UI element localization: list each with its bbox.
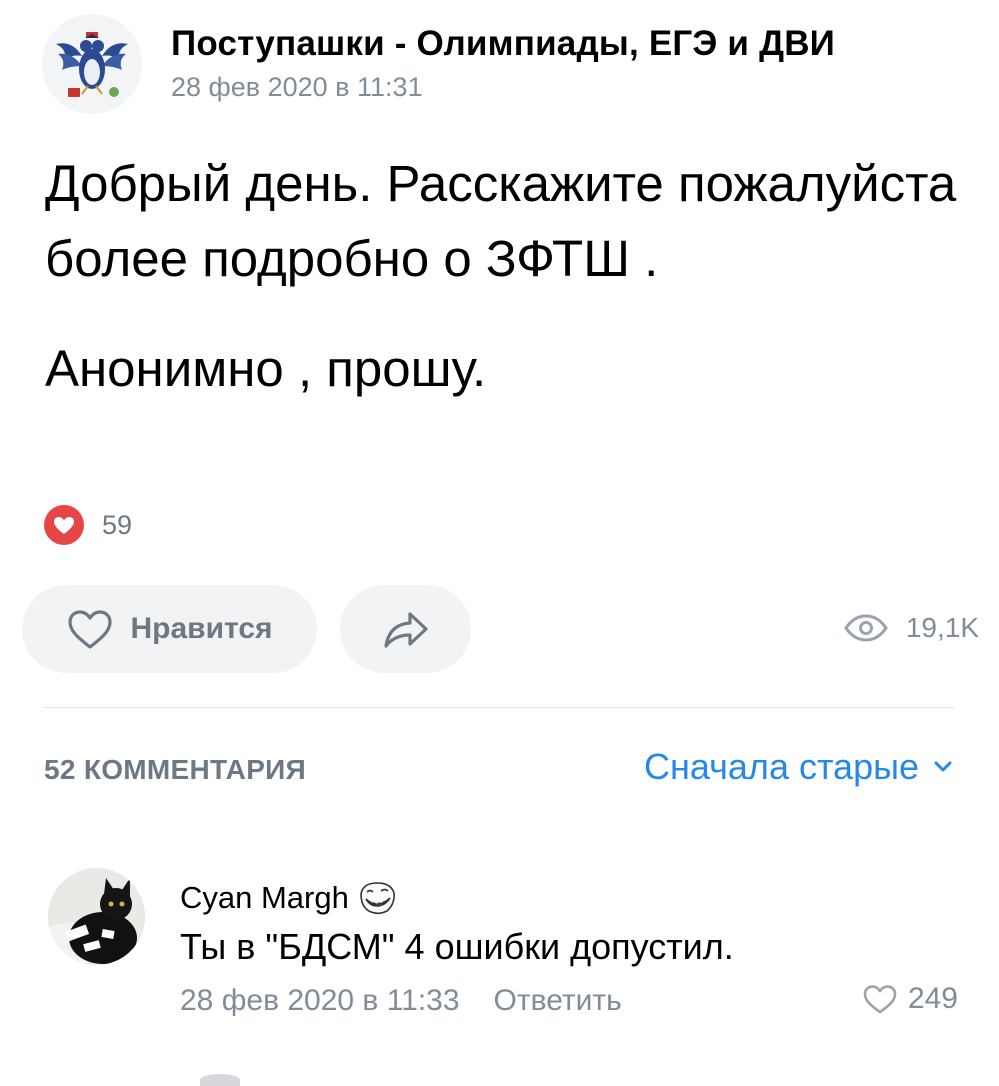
comment-item: Cyan Margh Ты в "БДСМ" 4 ошибки допустил… [48, 868, 968, 1018]
next-comment-avatar [200, 1074, 240, 1086]
sort-dropdown[interactable]: Сначала старые [644, 746, 953, 788]
reaction-count: 59 [102, 509, 133, 540]
heart-outline-icon [68, 610, 113, 649]
post-header: Поступашки - Олимпиады, ЕГЭ и ДВИ 28 фев… [42, 14, 982, 114]
divider [44, 707, 955, 708]
comment-meta: 28 фев 2020 в 11:33 Ответить [180, 984, 622, 1018]
post-text-paragraph: Добрый день. Расскажите пожалуйста более… [45, 155, 957, 287]
comment-author-name: Cyan Margh [180, 880, 349, 915]
chevron-down-icon [934, 761, 952, 772]
comment-date: 28 фев 2020 в 11:33 [180, 984, 460, 1017]
post-text: Добрый день. Расскажите пожалуйста более… [45, 146, 965, 406]
group-name[interactable]: Поступашки - Олимпиады, ЕГЭ и ДВИ [171, 24, 835, 64]
heart-icon [44, 505, 84, 545]
reactions-summary[interactable]: 59 [44, 503, 132, 547]
sort-label: Сначала старые [644, 746, 919, 787]
group-avatar[interactable] [42, 14, 142, 114]
avatar[interactable] [48, 868, 145, 965]
cat-photo-icon [48, 868, 145, 965]
like-button[interactable]: Нравится [22, 585, 317, 673]
comment-like-button[interactable]: 249 [862, 982, 958, 1016]
views-count: 19,1K [905, 612, 979, 643]
share-arrow-icon [383, 612, 428, 648]
like-button-label: Нравится [130, 612, 273, 645]
comments-count: 52 КОММЕНТАРИЯ [44, 754, 307, 785]
heart-outline-icon [863, 985, 897, 1014]
comment-text: Ты в "БДСМ" 4 ошибки допустил. [180, 926, 734, 967]
eagle-emblem-icon [42, 14, 142, 114]
share-button[interactable] [340, 585, 471, 673]
reply-button[interactable]: Ответить [494, 984, 622, 1017]
comment-like-count: 249 [907, 982, 958, 1015]
post-date: 28 фев 2020 в 11:31 [171, 72, 423, 102]
views-counter: 19,1K [844, 612, 979, 644]
post-text-paragraph: Анонимно , прошу. [45, 340, 487, 397]
comment-author[interactable]: Cyan Margh [180, 880, 397, 916]
eye-icon [844, 614, 888, 642]
trollface-icon [360, 882, 395, 915]
